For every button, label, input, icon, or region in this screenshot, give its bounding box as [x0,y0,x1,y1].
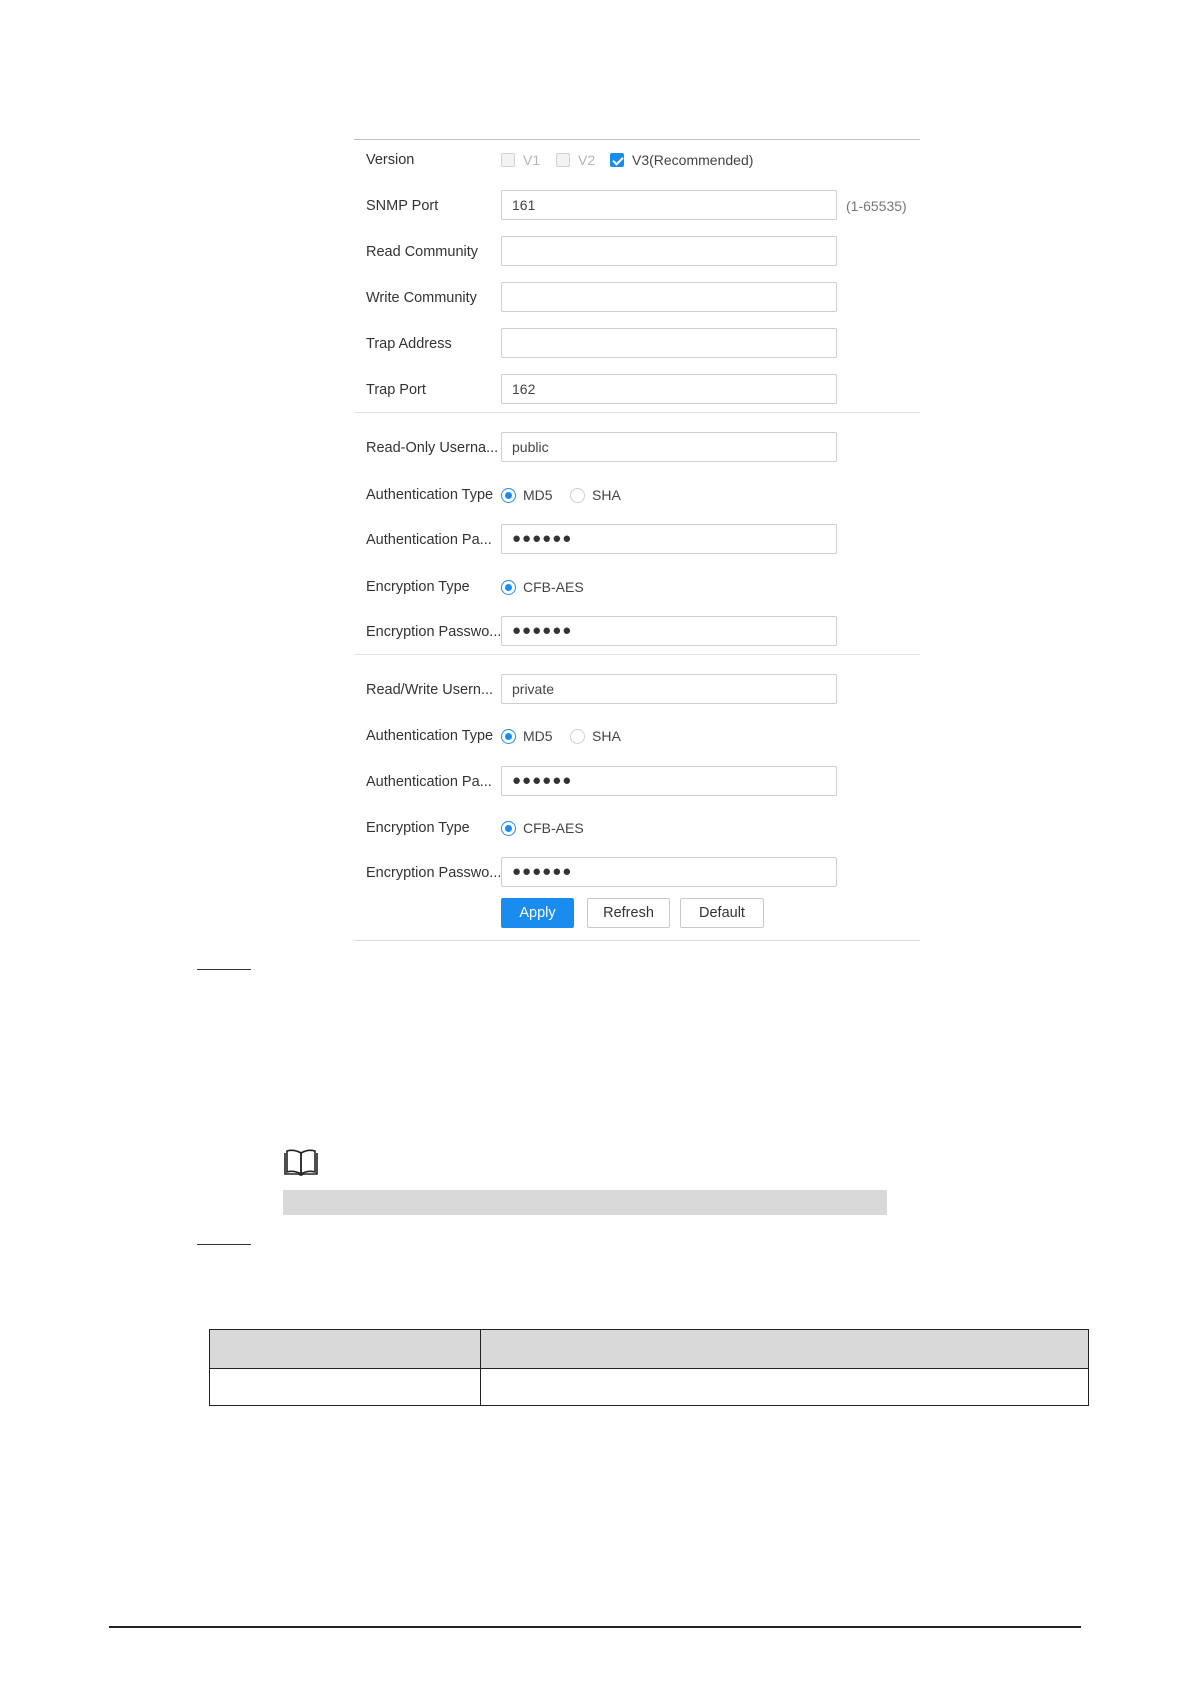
book-icon [284,1149,318,1176]
default-button[interactable]: Default [680,898,764,928]
refresh-button[interactable]: Refresh [587,898,670,928]
md5-radio[interactable] [501,487,516,503]
read-only-enc-password-row: Encryption Passwo... ●●●●●● [354,616,920,648]
trap-port-label: Trap Port [366,382,426,398]
read-community-input[interactable] [501,236,837,266]
table-row [209,1368,1089,1406]
read-write-username-row: Read/Write Usern... [354,674,920,706]
v1-checkbox [501,153,515,167]
write-community-row: Write Community [354,282,920,314]
sha-label: SHA [592,728,621,744]
v3-checkbox[interactable] [610,153,624,167]
read-only-auth-type-label: Authentication Type [366,487,494,503]
step-marker-line [197,969,251,970]
sha-label: SHA [592,487,621,503]
write-community-input[interactable] [501,282,837,312]
snmp-port-label: SNMP Port [366,198,439,214]
read-write-username-label: Read/Write Usern... [366,682,494,698]
read-only-enc-password-label: Encryption Passwo... [366,624,500,640]
read-write-auth-type-row: Authentication Type MD5 SHA [354,720,920,752]
read-only-username-row: Read-Only Userna... [354,432,920,464]
read-only-auth-password-row: Authentication Pa... ●●●●●● [354,524,920,556]
read-write-auth-password-label: Authentication Pa... [366,774,492,790]
md5-radio[interactable] [501,728,516,744]
md5-label: MD5 [523,728,553,744]
read-write-enc-type-row: Encryption Type CFB-AES [354,812,920,844]
table-cell [209,1368,481,1406]
v2-checkbox [556,153,570,167]
read-only-auth-sha-option[interactable]: SHA [570,487,621,503]
trap-port-row: Trap Port [354,374,920,406]
note-bar [283,1190,887,1215]
read-only-auth-type-row: Authentication Type MD5 SHA [354,479,920,511]
step-marker-line [197,1244,251,1245]
read-write-username-input[interactable] [501,674,837,704]
trap-address-input[interactable] [501,328,837,358]
section-divider [354,412,920,413]
read-write-auth-type-label: Authentication Type [366,728,494,744]
section-divider [354,654,920,655]
read-only-username-label: Read-Only Userna... [366,440,499,456]
version-option-v3[interactable]: V3(Recommended) [610,152,753,168]
md5-label: MD5 [523,487,553,503]
cfb-aes-radio[interactable] [501,579,516,595]
version-row: Version V1 V2 V3(Recommended) [354,144,920,176]
table-header-row [209,1329,1089,1369]
snmp-settings-panel: Version V1 V2 V3(Recommended) SNMP Port … [354,139,920,941]
read-write-auth-password-row: Authentication Pa... ●●●●●● [354,766,920,798]
parameter-table [209,1329,1089,1406]
version-label: Version [366,152,415,168]
read-write-enc-type-label: Encryption Type [366,820,470,836]
version-option-v1: V1 [501,152,540,168]
cfb-aes-label: CFB-AES [523,820,584,836]
snmp-port-input[interactable] [501,190,837,220]
read-write-auth-password-input[interactable]: ●●●●●● [501,766,837,796]
table-cell [480,1368,1089,1406]
read-only-username-input[interactable] [501,432,837,462]
action-buttons: Apply Refresh Default [354,898,920,930]
read-write-enc-password-label: Encryption Passwo... [366,865,500,881]
footer-rule [109,1626,1081,1628]
snmp-port-row: SNMP Port (1-65535) [354,190,920,222]
v2-label: V2 [578,152,596,168]
trap-address-row: Trap Address [354,328,920,360]
table-header-cell [480,1329,1089,1369]
read-community-label: Read Community [366,244,479,260]
v1-label: V1 [523,152,541,168]
table-header-cell [209,1329,481,1369]
read-write-auth-sha-option[interactable]: SHA [570,728,621,744]
read-only-auth-password-label: Authentication Pa... [366,532,492,548]
snmp-port-range-hint: (1-65535) [846,198,907,214]
read-only-enc-type-label: Encryption Type [366,579,470,595]
read-write-auth-md5-option[interactable]: MD5 [501,728,553,744]
version-option-v2: V2 [556,152,595,168]
read-only-enc-type-row: Encryption Type CFB-AES [354,571,920,603]
read-only-enc-cfb-aes-option[interactable]: CFB-AES [501,579,584,595]
trap-port-input[interactable] [501,374,837,404]
read-community-row: Read Community [354,236,920,268]
read-write-enc-password-input[interactable]: ●●●●●● [501,857,837,887]
read-write-enc-password-row: Encryption Passwo... ●●●●●● [354,857,920,889]
cfb-aes-label: CFB-AES [523,579,584,595]
read-only-enc-password-input[interactable]: ●●●●●● [501,616,837,646]
v3-label: V3(Recommended) [632,152,754,168]
read-only-auth-password-input[interactable]: ●●●●●● [501,524,837,554]
trap-address-label: Trap Address [366,336,452,352]
apply-button[interactable]: Apply [501,898,574,928]
write-community-label: Write Community [366,290,477,306]
sha-radio[interactable] [570,728,585,744]
cfb-aes-radio[interactable] [501,820,516,836]
read-only-auth-md5-option[interactable]: MD5 [501,487,553,503]
sha-radio[interactable] [570,487,585,503]
read-write-enc-cfb-aes-option[interactable]: CFB-AES [501,820,584,836]
